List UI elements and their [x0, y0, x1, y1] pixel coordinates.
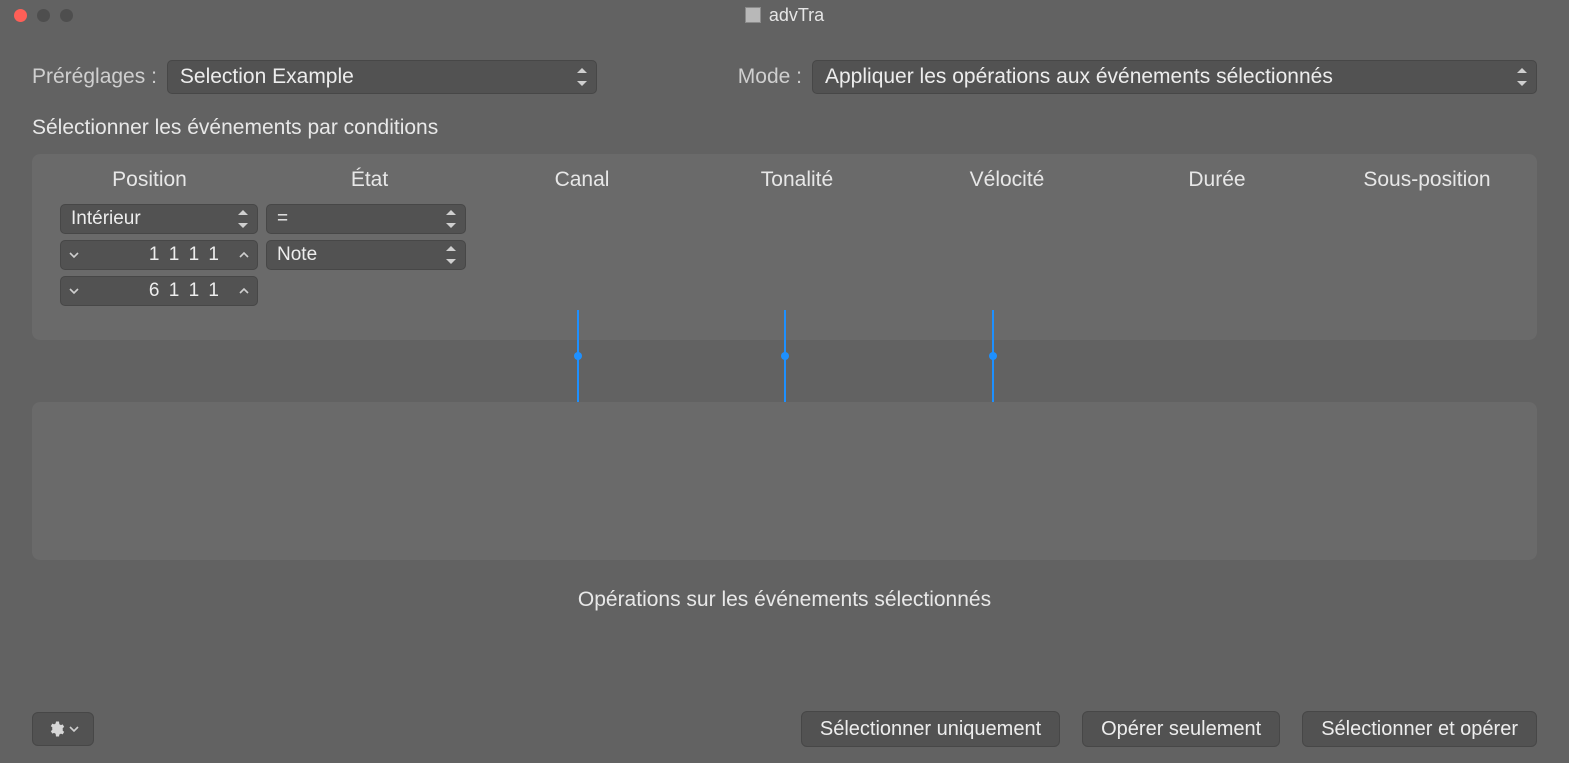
position-mode-dropdown[interactable]: Intérieur: [60, 204, 258, 234]
window-title: advTra: [769, 5, 824, 26]
position-from-field[interactable]: 1 1 1 1: [60, 240, 258, 270]
select-only-label: Sélectionner uniquement: [820, 718, 1041, 741]
minimize-window-button[interactable]: [37, 9, 50, 22]
updown-icon: [443, 209, 459, 229]
titlebar: advTra: [0, 0, 1569, 30]
etat-operator-dropdown[interactable]: =: [266, 204, 466, 234]
position-mode-value: Intérieur: [71, 208, 141, 230]
updown-icon: [574, 67, 590, 87]
header-position: Position: [32, 168, 267, 192]
presets-value: Selection Example: [180, 65, 354, 89]
document-icon: [745, 7, 761, 23]
presets-label: Préréglages :: [32, 65, 157, 89]
top-controls: Préréglages : Selection Example Mode : A…: [0, 30, 1569, 94]
zoom-window-button[interactable]: [60, 9, 73, 22]
operations-section-title: Opérations sur les événements sélectionn…: [0, 588, 1569, 612]
conditions-panel: Position État Canal Tonalité Vélocité Du…: [32, 154, 1537, 340]
select-only-button[interactable]: Sélectionner uniquement: [801, 711, 1060, 747]
mode-dropdown[interactable]: Appliquer les opérations aux événements …: [812, 60, 1537, 94]
updown-icon: [443, 245, 459, 265]
decrement-button[interactable]: [61, 250, 87, 260]
close-window-button[interactable]: [14, 9, 27, 22]
position-from-value: 1 1 1 1: [87, 244, 231, 266]
etat-operator-value: =: [277, 208, 288, 230]
window-controls: [14, 9, 73, 22]
updown-icon: [235, 209, 251, 229]
select-and-operate-label: Sélectionner et opérer: [1321, 718, 1518, 741]
increment-button[interactable]: [231, 250, 257, 260]
presets-dropdown[interactable]: Selection Example: [167, 60, 597, 94]
mode-value: Appliquer les opérations aux événements …: [825, 65, 1333, 89]
position-to-value: 6 1 1 1: [87, 280, 231, 302]
column-headers: Position État Canal Tonalité Vélocité Du…: [32, 154, 1537, 192]
etat-type-value: Note: [277, 244, 317, 266]
select-and-operate-button[interactable]: Sélectionner et opérer: [1302, 711, 1537, 747]
settings-menu-button[interactable]: [32, 712, 94, 746]
conditions-section-title: Sélectionner les événements par conditio…: [0, 94, 1569, 148]
operations-panel: [32, 402, 1537, 560]
increment-button[interactable]: [231, 286, 257, 296]
header-etat: État: [267, 168, 472, 192]
updown-icon: [1514, 67, 1530, 87]
position-to-field[interactable]: 6 1 1 1: [60, 276, 258, 306]
operate-only-button[interactable]: Opérer seulement: [1082, 711, 1280, 747]
etat-type-dropdown[interactable]: Note: [266, 240, 466, 270]
header-canal: Canal: [472, 168, 692, 192]
footer: Sélectionner uniquement Opérer seulement…: [0, 711, 1569, 747]
decrement-button[interactable]: [61, 286, 87, 296]
operate-only-label: Opérer seulement: [1101, 718, 1261, 741]
header-duree: Durée: [1112, 168, 1322, 192]
gear-icon: [47, 720, 65, 738]
header-tonalite: Tonalité: [692, 168, 902, 192]
chevron-down-icon: [69, 724, 79, 734]
header-velocite: Vélocité: [902, 168, 1112, 192]
mode-label: Mode :: [738, 65, 802, 89]
header-sous-position: Sous-position: [1322, 168, 1532, 192]
